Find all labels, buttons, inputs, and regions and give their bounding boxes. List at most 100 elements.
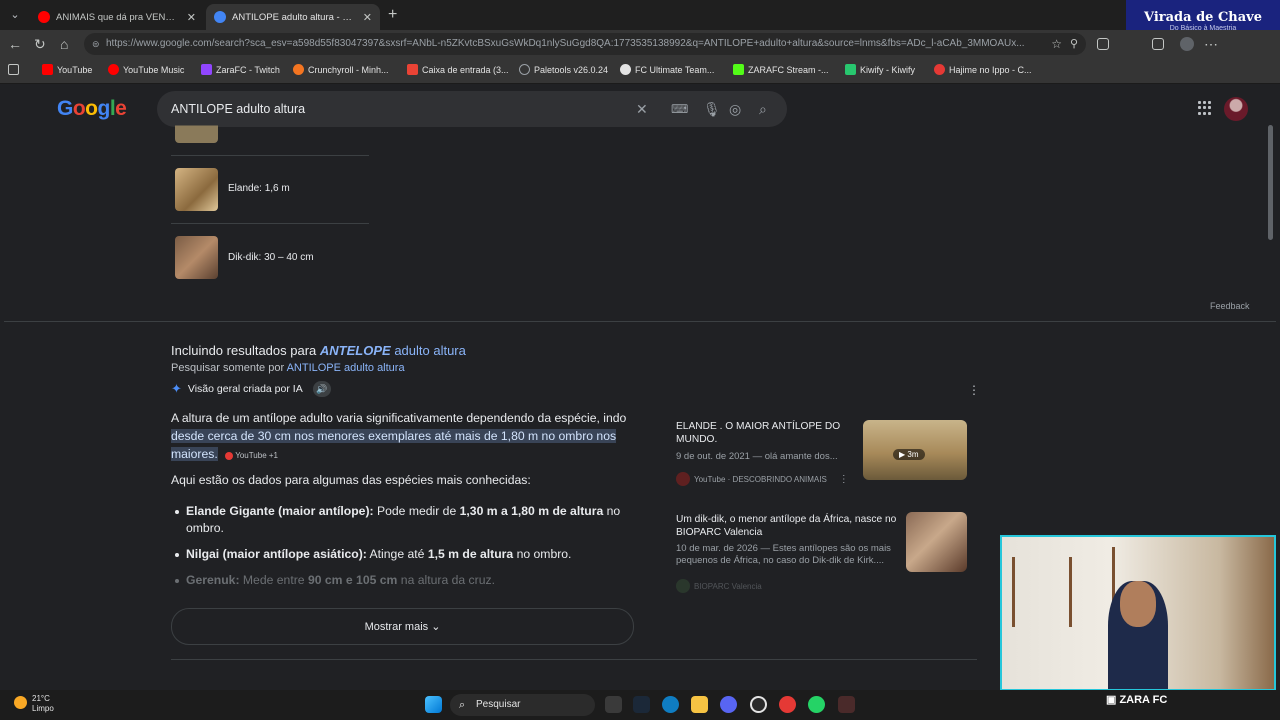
youtube-icon <box>42 64 53 75</box>
browser-toolbar: ← ↻ ⌂ ⊜ https://www.google.com/search?sc… <box>0 30 1280 58</box>
location-icon[interactable]: ⚲ <box>1070 33 1078 55</box>
weather-widget[interactable]: 21°C Limpo <box>14 694 54 714</box>
account-avatar[interactable] <box>1224 97 1248 121</box>
bookmarks-icon[interactable] <box>8 64 19 75</box>
search-input[interactable] <box>171 91 631 127</box>
search-only-for: Pesquisar somente por ANTILOPE adulto al… <box>171 362 405 374</box>
keyboard-icon[interactable]: ⌨ <box>671 100 688 118</box>
edge-icon[interactable] <box>662 696 679 713</box>
youtube-music-icon <box>108 64 119 75</box>
video-duration-badge: ▶ 3m <box>893 449 925 460</box>
list-item-thumbnail[interactable] <box>175 85 218 143</box>
lens-icon[interactable]: ◎ <box>729 100 741 118</box>
card-title[interactable]: Um dik-dik, o menor antílope da África, … <box>676 513 901 539</box>
url-text: https://www.google.com/search?sca_esv=a5… <box>106 38 1025 49</box>
tab-youtube[interactable]: ANIMAIS que dá pra VENCER no S ✕ <box>30 4 204 30</box>
listen-speaker-icon[interactable]: 🔊 <box>312 381 331 397</box>
steam-icon[interactable] <box>633 696 650 713</box>
card-title[interactable]: ELANDE . O MAIOR ANTÍLOPE DO MUNDO. <box>676 420 856 446</box>
windows-taskbar: 21°C Limpo ⌕ Pesquisar ▣ ZARA FC <box>0 690 1280 720</box>
divider <box>171 155 369 156</box>
page-scrollbar[interactable] <box>1268 125 1273 240</box>
new-tab-button[interactable]: + <box>388 6 397 24</box>
bookmark-fc-ultimate[interactable]: FC Ultimate Team... <box>620 64 714 75</box>
bookmark-kick[interactable]: ZARAFC Stream -... <box>733 64 829 75</box>
card-date: 10 de mar. de 2026 — Estes antílopes são… <box>676 543 891 566</box>
tab-google-search[interactable]: ANTILOPE adulto altura - Pesquisa ✕ <box>206 4 380 30</box>
back-arrow-icon[interactable]: ← <box>8 36 22 52</box>
ai-overview-header: ✦ Visão geral criada por IA 🔊 <box>171 381 331 397</box>
original-query-link[interactable]: ANTILOPE adulto altura <box>287 362 405 374</box>
card-date: 9 de out. de 2021 — olá amante dos... <box>676 451 838 462</box>
site-icon <box>676 579 690 593</box>
gmail-icon <box>407 64 418 75</box>
show-more-button[interactable]: Mostrar mais ⌄ <box>171 608 634 645</box>
search-icon: ⌕ <box>459 699 466 711</box>
dikdik-thumbnail[interactable] <box>175 236 218 279</box>
app-icon[interactable] <box>838 696 855 713</box>
article-thumbnail[interactable] <box>906 512 967 572</box>
google-favicon-icon <box>214 11 226 23</box>
chrome-icon[interactable] <box>750 696 767 713</box>
windows-start-icon[interactable] <box>425 696 442 713</box>
species-list: Elande Gigante (maior antílope): Pode me… <box>175 503 641 598</box>
menu-dots-icon[interactable]: ⋯ <box>1204 36 1218 52</box>
site-icon <box>934 64 945 75</box>
source-chip[interactable]: YouTube +1 <box>225 451 278 460</box>
card-source: YouTube · DESCOBRINDO ANIMAIS ⋮ <box>676 472 849 486</box>
clear-icon[interactable]: ✕ <box>636 100 648 118</box>
corrected-query-link[interactable]: ANTELOPE adulto altura <box>320 343 466 358</box>
extensions-icon[interactable] <box>1097 38 1109 50</box>
bookmark-twitch[interactable]: ZaraFC - Twitch <box>201 64 280 75</box>
reload-icon[interactable]: ↻ <box>34 36 46 52</box>
stream-label: ▣ ZARA FC <box>1106 694 1168 706</box>
close-icon[interactable]: ✕ <box>187 11 196 24</box>
elande-thumbnail[interactable] <box>175 168 218 211</box>
divider <box>171 223 369 224</box>
twitch-icon <box>201 64 212 75</box>
tab-search-icon[interactable]: ⌄ <box>6 6 24 24</box>
home-icon[interactable]: ⌂ <box>60 36 68 52</box>
person-face <box>1120 581 1156 627</box>
chevron-down-icon: ⌄ <box>431 621 441 633</box>
sun-icon <box>14 696 27 709</box>
bookmark-youtube[interactable]: YouTube <box>42 64 92 75</box>
search-icon[interactable]: ⌕ <box>759 100 767 118</box>
list-item[interactable]: Dik-dik: 30 – 40 cm <box>228 252 314 263</box>
youtube-icon <box>225 451 234 460</box>
youtube-favicon-icon <box>38 11 50 23</box>
bookmarks-bar: YouTube YouTube Music ZaraFC - Twitch Cr… <box>0 58 1280 84</box>
list-item: Gerenuk: Mede entre 90 cm e 105 cm na al… <box>175 572 641 589</box>
taskbar-search[interactable]: ⌕ Pesquisar <box>450 694 595 716</box>
discord-icon[interactable] <box>720 696 737 713</box>
ea-icon <box>620 64 631 75</box>
site-info-icon[interactable]: ⊜ <box>92 33 100 55</box>
reading-list-icon[interactable] <box>1152 38 1164 50</box>
bookmark-gmail[interactable]: Caixa de entrada (3... <box>407 64 509 75</box>
bookmark-crunchyroll[interactable]: Crunchyroll - Minh... <box>293 64 389 75</box>
list-item: Nilgai (maior antílope asiático): Atinge… <box>175 546 641 563</box>
close-icon[interactable]: ✕ <box>363 11 372 24</box>
folder-icon[interactable] <box>691 696 708 713</box>
microphone-icon[interactable]: 🎙 <box>703 100 721 118</box>
task-view-icon[interactable] <box>605 696 622 713</box>
list-item[interactable]: Elande: 1,6 m <box>228 183 290 194</box>
media-icon[interactable] <box>779 696 796 713</box>
google-apps-icon[interactable] <box>1198 101 1212 115</box>
bookmark-kiwify[interactable]: Kiwify - Kiwify <box>845 64 915 75</box>
webcam-overlay <box>1000 535 1276 691</box>
channel-icon <box>676 472 690 486</box>
bookmark-youtube-music[interactable]: YouTube Music <box>108 64 184 75</box>
ai-overview-paragraph: A altura de um antílope adulto varia sig… <box>171 411 627 461</box>
more-options-icon[interactable]: ⋮ <box>839 474 849 485</box>
crunchyroll-icon <box>293 64 304 75</box>
bookmark-hajime[interactable]: Hajime no Ippo - C... <box>934 64 1032 75</box>
more-options-icon[interactable]: ⋮ <box>968 383 980 397</box>
google-logo[interactable]: Google <box>57 97 127 121</box>
bookmark-paletools[interactable]: Paletools v26.0.24 <box>519 64 608 75</box>
whatsapp-icon[interactable] <box>808 696 825 713</box>
bookmark-star-icon[interactable]: ☆ <box>1051 33 1062 55</box>
address-bar[interactable]: ⊜ https://www.google.com/search?sca_esv=… <box>84 33 1086 55</box>
feedback-link[interactable]: Feedback <box>1210 301 1250 311</box>
profile-icon[interactable] <box>1180 37 1194 51</box>
